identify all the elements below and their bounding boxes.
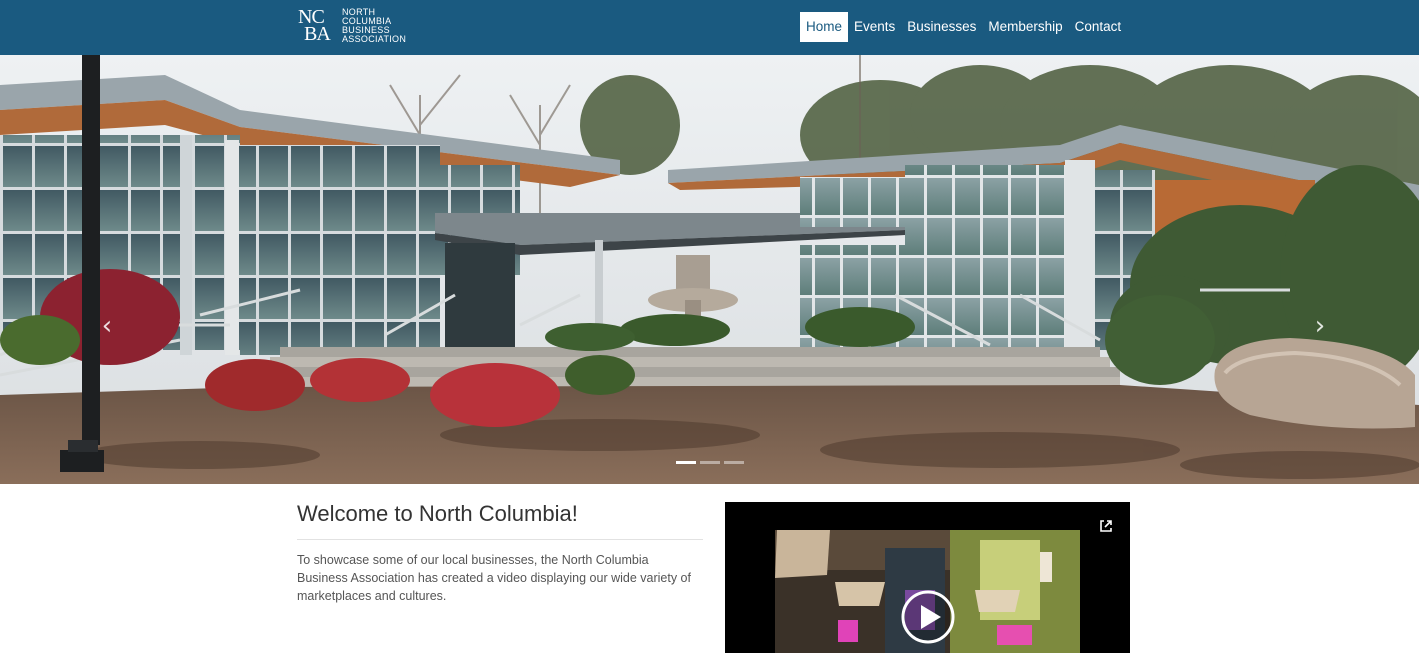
ncba-logo[interactable]: NC BA NORTH COLUMBIA BUSINESS ASSOCIATIO…: [297, 6, 417, 48]
chevron-left-icon: ‹: [101, 311, 113, 341]
nav-events[interactable]: Events: [848, 12, 901, 42]
hero-carousel: ‹ ›: [0, 55, 1419, 484]
carousel-indicator[interactable]: [700, 461, 720, 464]
nav-membership[interactable]: Membership: [982, 12, 1068, 42]
site-header: NC BA NORTH COLUMBIA BUSINESS ASSOCIATIO…: [0, 0, 1419, 55]
carousel-indicator[interactable]: [724, 461, 744, 464]
external-link-icon[interactable]: [1098, 518, 1114, 534]
main-nav: Home Events Businesses Membership Contac…: [800, 12, 1127, 42]
logo-wordmark: NORTH COLUMBIA BUSINESS ASSOCIATION: [342, 8, 422, 44]
chevron-right-icon: ›: [1314, 311, 1326, 341]
title-divider: [297, 539, 703, 540]
logo-line: ASSOCIATION: [342, 34, 407, 44]
logo-monogram-bottom: BA: [304, 23, 331, 45]
carousel-indicators: [676, 461, 744, 464]
hero-building-image: [0, 55, 1419, 484]
logo-monogram: NC BA: [297, 6, 337, 48]
carousel-prev-button[interactable]: ‹: [97, 313, 117, 339]
nav-businesses[interactable]: Businesses: [901, 12, 982, 42]
play-icon[interactable]: [899, 588, 957, 646]
intro-paragraph: To showcase some of our local businesses…: [297, 553, 691, 603]
carousel-indicator[interactable]: [676, 461, 696, 464]
page-title: Welcome to North Columbia!: [297, 501, 578, 526]
carousel-next-button[interactable]: ›: [1310, 313, 1330, 339]
nav-home[interactable]: Home: [800, 12, 849, 42]
video-player[interactable]: [725, 502, 1130, 653]
nav-contact[interactable]: Contact: [1069, 12, 1128, 42]
